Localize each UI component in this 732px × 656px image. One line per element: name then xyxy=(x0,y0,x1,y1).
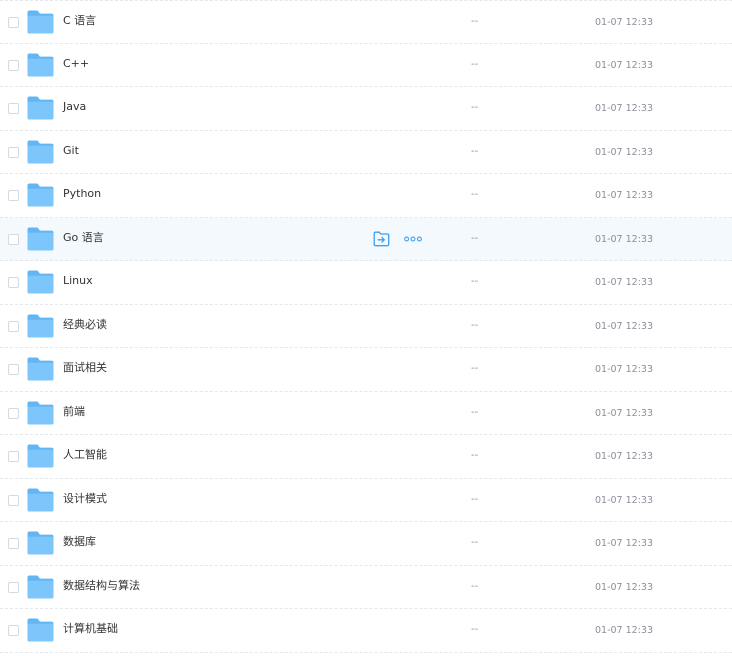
folder-icon[interactable] xyxy=(26,443,55,469)
modified-time: 01-07 12:33 xyxy=(595,59,654,71)
file-name[interactable]: Linux xyxy=(63,274,93,288)
folder-icon[interactable] xyxy=(26,400,55,426)
file-size: -- xyxy=(471,145,479,157)
modified-time: 01-07 12:33 xyxy=(595,407,654,419)
file-name[interactable]: C 语言 xyxy=(63,14,96,28)
modified-time: 01-07 12:33 xyxy=(595,625,654,636)
file-size: -- xyxy=(471,102,479,113)
folder-icon[interactable] xyxy=(26,9,55,35)
folder-icon[interactable] xyxy=(26,313,55,339)
file-row-5[interactable]: Go 语言 -- 01-07 12:33 xyxy=(0,217,732,261)
row-checkbox[interactable] xyxy=(8,190,19,201)
file-size: -- xyxy=(471,493,479,505)
row-checkbox[interactable] xyxy=(8,451,19,462)
file-row-7[interactable]: 经典必读 -- 01-07 12:33 xyxy=(0,305,732,348)
more-options-icon[interactable] xyxy=(404,236,422,242)
file-name[interactable]: Java xyxy=(63,100,86,114)
row-checkbox[interactable] xyxy=(8,146,19,158)
file-list: C 语言 -- 01-07 12:33 C++ -- 01-07 12:33 J… xyxy=(0,0,732,653)
folder-icon[interactable] xyxy=(26,226,55,252)
modified-time: 01-07 12:33 xyxy=(595,581,654,593)
file-name[interactable]: Go 语言 xyxy=(63,231,104,245)
file-row-14[interactable]: 计算机基础 -- 01-07 12:33 xyxy=(0,609,732,653)
file-name[interactable]: 人工智能 xyxy=(63,448,107,462)
file-row-1[interactable]: C++ -- 01-07 12:33 xyxy=(0,44,732,87)
folder-icon[interactable] xyxy=(26,530,55,556)
folder-icon[interactable] xyxy=(26,617,55,643)
modified-time: 01-07 12:33 xyxy=(595,233,654,245)
file-row-12[interactable]: 数据库 -- 01-07 12:33 xyxy=(0,522,732,566)
folder-icon[interactable] xyxy=(26,574,55,600)
folder-icon[interactable] xyxy=(26,182,55,208)
row-hover-actions xyxy=(373,230,422,248)
file-name[interactable]: 计算机基础 xyxy=(63,622,118,636)
file-row-10[interactable]: 人工智能 -- 01-07 12:33 xyxy=(0,435,732,479)
file-name[interactable]: Git xyxy=(63,144,79,158)
file-name[interactable]: C++ xyxy=(63,57,89,71)
row-checkbox[interactable] xyxy=(8,581,19,593)
row-checkbox[interactable] xyxy=(8,538,19,549)
file-row-9[interactable]: 前端 -- 01-07 12:33 xyxy=(0,392,732,435)
file-size: -- xyxy=(471,580,479,592)
file-row-13[interactable]: 数据结构与算法 -- 01-07 12:33 xyxy=(0,566,732,609)
modified-time: 01-07 12:33 xyxy=(595,320,654,332)
modified-time: 01-07 12:33 xyxy=(595,494,654,506)
modified-time: 01-07 12:33 xyxy=(595,146,654,158)
file-name[interactable]: 面试相关 xyxy=(63,361,107,375)
file-row-0[interactable]: C 语言 -- 01-07 12:33 xyxy=(0,0,732,44)
file-name[interactable]: 数据结构与算法 xyxy=(63,579,140,593)
file-name[interactable]: 数据库 xyxy=(63,535,96,549)
row-checkbox[interactable] xyxy=(8,407,19,419)
row-checkbox[interactable] xyxy=(8,320,19,332)
row-checkbox[interactable] xyxy=(8,17,19,28)
file-name[interactable]: Python xyxy=(63,187,101,201)
modified-time: 01-07 12:33 xyxy=(595,538,654,549)
modified-time: 01-07 12:33 xyxy=(595,190,654,201)
modified-time: 01-07 12:33 xyxy=(595,17,654,28)
file-name[interactable]: 设计模式 xyxy=(63,492,107,506)
file-row-6[interactable]: Linux -- 01-07 12:33 xyxy=(0,261,732,305)
file-row-2[interactable]: Java -- 01-07 12:33 xyxy=(0,87,732,131)
file-row-4[interactable]: Python -- 01-07 12:33 xyxy=(0,174,732,218)
file-name[interactable]: 经典必读 xyxy=(63,318,107,332)
file-size: -- xyxy=(471,537,479,548)
row-checkbox[interactable] xyxy=(8,364,19,375)
modified-time: 01-07 12:33 xyxy=(595,103,654,114)
row-checkbox[interactable] xyxy=(8,59,19,71)
file-size: -- xyxy=(471,232,479,244)
row-checkbox[interactable] xyxy=(8,103,19,114)
folder-icon[interactable] xyxy=(26,95,55,121)
row-checkbox[interactable] xyxy=(8,625,19,636)
folder-icon[interactable] xyxy=(26,487,55,513)
modified-time: 01-07 12:33 xyxy=(595,364,654,375)
file-row-8[interactable]: 面试相关 -- 01-07 12:33 xyxy=(0,348,732,392)
folder-icon[interactable] xyxy=(26,269,55,295)
row-checkbox[interactable] xyxy=(8,277,19,288)
file-size: -- xyxy=(471,363,479,374)
folder-icon[interactable] xyxy=(26,52,55,78)
file-size: -- xyxy=(471,276,479,287)
file-name[interactable]: 前端 xyxy=(63,405,85,419)
file-size: -- xyxy=(471,16,479,27)
move-to-folder-icon[interactable] xyxy=(373,231,390,247)
file-size: -- xyxy=(471,406,479,418)
file-size: -- xyxy=(471,624,479,635)
modified-time: 01-07 12:33 xyxy=(595,451,654,462)
row-checkbox[interactable] xyxy=(8,494,19,506)
file-size: -- xyxy=(471,450,479,461)
modified-time: 01-07 12:33 xyxy=(595,277,654,288)
file-size: -- xyxy=(471,319,479,331)
file-row-3[interactable]: Git -- 01-07 12:33 xyxy=(0,131,732,174)
row-checkbox[interactable] xyxy=(8,233,19,245)
folder-icon[interactable] xyxy=(26,356,55,382)
folder-icon[interactable] xyxy=(26,139,55,165)
file-size: -- xyxy=(471,189,479,200)
file-size: -- xyxy=(471,58,479,70)
file-row-11[interactable]: 设计模式 -- 01-07 12:33 xyxy=(0,479,732,522)
